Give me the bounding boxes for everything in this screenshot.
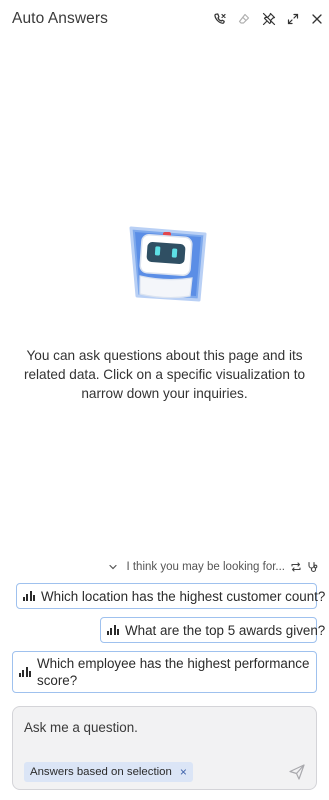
bar-chart-icon <box>107 625 119 635</box>
bar-chart-icon <box>23 591 35 601</box>
chip-label: Answers based on selection <box>30 766 172 778</box>
suggestion-chip[interactable]: Which employee has the highest performan… <box>12 651 317 693</box>
suggestion-chip[interactable]: What are the top 5 awards given? <box>100 617 325 643</box>
refresh-icon[interactable] <box>290 561 302 573</box>
bar-chart-icon <box>19 667 31 677</box>
eraser-icon[interactable] <box>236 11 252 27</box>
close-icon[interactable] <box>309 11 325 27</box>
call-disconnect-icon[interactable] <box>212 11 228 27</box>
suggestions-header: I think you may be looking for... <box>108 558 319 576</box>
intro-text: You can ask questions about this page an… <box>23 348 306 401</box>
suggestion-label: Which employee has the highest performan… <box>37 656 310 688</box>
chevron-down-icon[interactable] <box>108 562 118 572</box>
unpin-icon[interactable] <box>261 11 277 27</box>
suggestions-heading: I think you may be looking for... <box>126 561 285 573</box>
expand-icon[interactable] <box>285 11 301 27</box>
panel-header: Auto Answers <box>0 0 329 40</box>
chip-remove-icon[interactable]: × <box>180 765 187 779</box>
send-icon[interactable] <box>288 763 306 781</box>
question-composer[interactable]: Ask me a question. Answers based on sele… <box>12 706 317 790</box>
question-input[interactable]: Ask me a question. <box>24 720 138 735</box>
suggestion-label: Which location has the highest customer … <box>41 588 326 604</box>
robot-icon <box>121 218 211 308</box>
stethoscope-icon[interactable] <box>307 561 319 573</box>
suggestion-chip[interactable]: Which location has the highest customer … <box>16 583 325 609</box>
selection-context-chip: Answers based on selection × <box>24 762 193 782</box>
suggestion-label: What are the top 5 awards given? <box>125 622 326 638</box>
panel-title: Auto Answers <box>12 10 108 27</box>
